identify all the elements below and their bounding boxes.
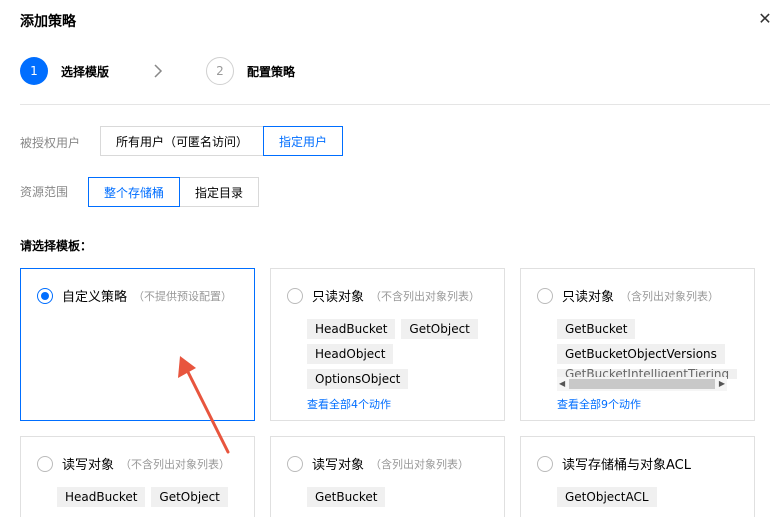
scrollbar-thumb[interactable]: [569, 379, 715, 389]
option-whole-bucket[interactable]: 整个存储桶: [88, 177, 180, 207]
dialog-title: 添加策略: [20, 14, 76, 30]
action-tag: GetObject: [151, 487, 228, 507]
radio-icon[interactable]: [37, 287, 53, 304]
radio-icon[interactable]: [537, 455, 553, 472]
template-card-readwrite-list[interactable]: 读写对象 （含列出对象列表） GetBucket: [270, 436, 505, 517]
template-name: 自定义策略: [62, 290, 128, 305]
step-2[interactable]: 2 配置策略: [206, 57, 295, 85]
action-tag: GetBucket: [307, 487, 386, 507]
action-tag: GetBucket: [557, 319, 636, 339]
template-card-readonly-nolist[interactable]: 只读对象 （不含列出对象列表） HeadBucket GetObject Hea…: [270, 268, 505, 421]
scroll-right-icon[interactable]: ▶: [719, 379, 725, 389]
action-tag: OptionsObject: [307, 369, 409, 389]
header-divider: [20, 104, 770, 105]
template-card-custom[interactable]: 自定义策略 （不提供预设配置）: [20, 268, 255, 421]
template-name: 读写对象: [312, 458, 365, 473]
template-name: 只读对象: [312, 290, 365, 305]
option-specified-users[interactable]: 指定用户: [263, 126, 343, 156]
action-tag: HeadObject: [307, 344, 394, 364]
authorized-users-label: 被授权用户: [20, 136, 81, 150]
step-2-label: 配置策略: [247, 64, 296, 79]
tags-horizontal-scrollbar[interactable]: ◀ ▶: [557, 377, 727, 391]
option-specified-directory[interactable]: 指定目录: [179, 177, 259, 207]
template-desc: （不含列出对象列表）: [120, 457, 231, 471]
resource-scope-label: 资源范围: [20, 185, 69, 199]
template-desc: （不提供预设配置）: [133, 289, 233, 303]
chevron-right-icon: [154, 64, 163, 78]
scroll-left-icon[interactable]: ◀: [559, 379, 565, 389]
view-all-actions-link[interactable]: 查看全部4个动作: [307, 396, 391, 412]
radio-icon[interactable]: [287, 455, 303, 472]
radio-icon[interactable]: [37, 455, 53, 472]
radio-icon[interactable]: [537, 287, 553, 304]
template-name: 只读对象: [562, 290, 615, 305]
radio-icon[interactable]: [287, 287, 303, 304]
template-desc: （不含列出对象列表）: [370, 289, 481, 303]
template-name: 读写存储桶与对象ACL: [562, 458, 691, 473]
step-1: 1 选择模版: [20, 57, 109, 85]
action-tag: GetObjectACL: [557, 487, 657, 507]
view-all-actions-link[interactable]: 查看全部9个动作: [557, 396, 641, 412]
template-name: 读写对象: [62, 458, 115, 473]
action-tag: HeadBucket: [307, 319, 396, 339]
template-card-readwrite-acl[interactable]: 读写存储桶与对象ACL GetObjectACL: [520, 436, 755, 517]
step-1-number: 1: [20, 57, 48, 85]
template-card-readwrite-nolist[interactable]: 读写对象 （不含列出对象列表） HeadBucket GetObject: [20, 436, 255, 517]
action-tag: GetBucketObjectVersions: [557, 344, 725, 364]
templates-title: 请选择模板：: [20, 239, 93, 253]
close-icon[interactable]: ✕: [756, 10, 774, 28]
template-card-readonly-list[interactable]: 只读对象 （含列出对象列表） GetBucket GetBucketObject…: [520, 268, 755, 421]
action-tag: HeadBucket: [57, 487, 146, 507]
template-desc: （含列出对象列表）: [370, 457, 470, 471]
step-1-label: 选择模版: [61, 64, 110, 79]
option-all-users[interactable]: 所有用户（可匿名访问）: [100, 126, 264, 156]
template-desc: （含列出对象列表）: [620, 289, 720, 303]
step-2-number: 2: [206, 57, 234, 85]
action-tag: GetObject: [401, 319, 478, 339]
